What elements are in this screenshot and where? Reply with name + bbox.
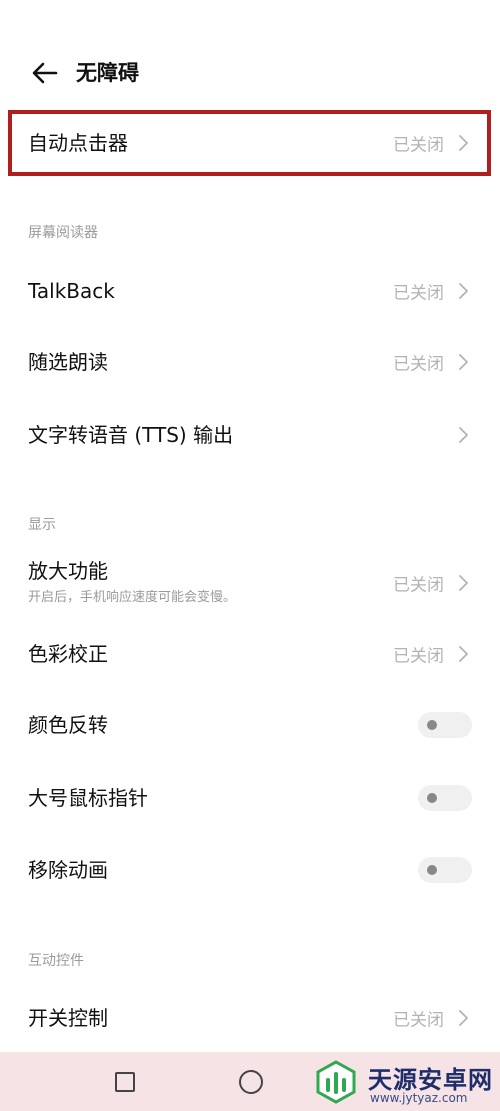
page-title: 无障碍 <box>76 61 139 85</box>
watermark-logo-icon <box>310 1056 362 1108</box>
talkback-status: 已关闭 <box>393 283 444 304</box>
magnification-label: 放大功能 <box>28 559 108 583</box>
watermark-name: 天源安卓网 <box>368 1066 493 1094</box>
color-inversion-label: 颜色反转 <box>28 713 108 737</box>
color-correction-label: 色彩校正 <box>28 642 108 666</box>
remove-animations-item: 移除动画 <box>0 837 500 903</box>
chevron-right-icon <box>458 573 470 593</box>
magnification-status: 已关闭 <box>393 575 444 596</box>
large-pointer-toggle[interactable] <box>418 785 472 811</box>
chevron-right-icon <box>458 352 470 372</box>
section-interaction-controls: 互动控件 <box>28 953 84 969</box>
header: 无障碍 <box>0 44 500 104</box>
switch-access-status: 已关闭 <box>393 1010 444 1031</box>
magnification-subtitle: 开启后，手机响应速度可能会变慢。 <box>28 590 237 605</box>
section-display: 显示 <box>28 517 56 533</box>
toggle-knob <box>427 865 437 875</box>
switch-access-label: 开关控制 <box>28 1006 108 1030</box>
remove-animations-label: 移除动画 <box>28 858 108 882</box>
color-inversion-item: 颜色反转 <box>0 692 500 758</box>
chevron-right-icon <box>458 1008 470 1028</box>
color-correction-status: 已关闭 <box>393 646 444 667</box>
highlight-box <box>8 110 491 176</box>
toggle-knob <box>427 793 437 803</box>
tts-output-item[interactable]: 文字转语音 (TTS) 输出 <box>0 402 500 468</box>
magnification-item[interactable]: 放大功能 开启后，手机响应速度可能会变慢。 已关闭 <box>0 550 500 616</box>
chevron-right-icon <box>458 281 470 301</box>
select-to-speak-label: 随选朗读 <box>28 350 108 374</box>
watermark: 天源安卓网 www.jytyaz.com <box>306 1052 500 1111</box>
remove-animations-toggle[interactable] <box>418 857 472 883</box>
back-arrow-icon[interactable] <box>30 58 60 88</box>
chevron-right-icon <box>458 425 470 445</box>
switch-access-item[interactable]: 开关控制 已关闭 <box>0 985 500 1051</box>
recents-icon[interactable] <box>115 1072 135 1092</box>
toggle-knob <box>427 720 437 730</box>
chevron-right-icon <box>458 644 470 664</box>
color-inversion-toggle[interactable] <box>418 712 472 738</box>
select-to-speak-status: 已关闭 <box>393 354 444 375</box>
talkback-item[interactable]: TalkBack 已关闭 <box>0 258 500 324</box>
section-screen-reader: 屏幕阅读器 <box>28 225 98 241</box>
watermark-url: www.jytyaz.com <box>370 1091 468 1105</box>
large-pointer-item: 大号鼠标指针 <box>0 765 500 831</box>
talkback-label: TalkBack <box>28 279 115 303</box>
tts-output-label: 文字转语音 (TTS) 输出 <box>28 423 234 447</box>
color-correction-item[interactable]: 色彩校正 已关闭 <box>0 621 500 687</box>
home-icon[interactable] <box>239 1070 263 1094</box>
large-pointer-label: 大号鼠标指针 <box>28 786 148 810</box>
select-to-speak-item[interactable]: 随选朗读 已关闭 <box>0 329 500 395</box>
